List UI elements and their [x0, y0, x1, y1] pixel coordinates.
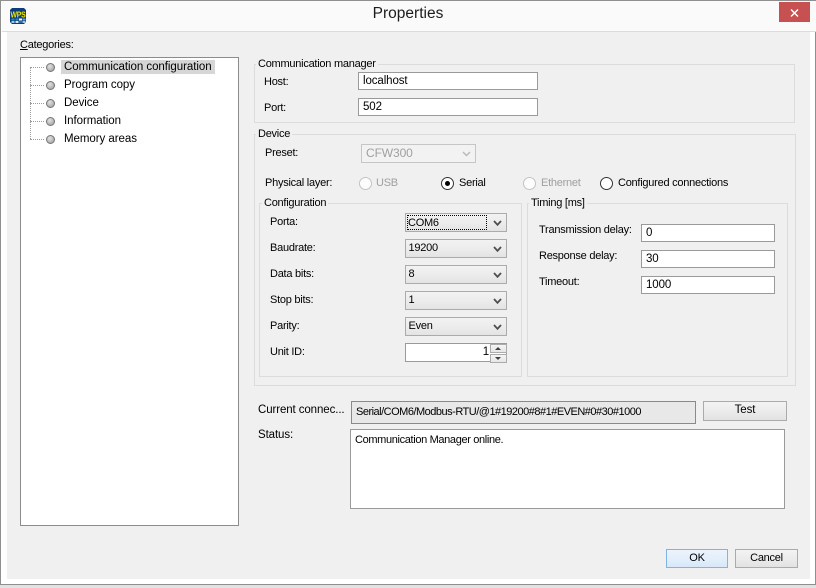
svg-text:WPS: WPS	[11, 10, 26, 20]
